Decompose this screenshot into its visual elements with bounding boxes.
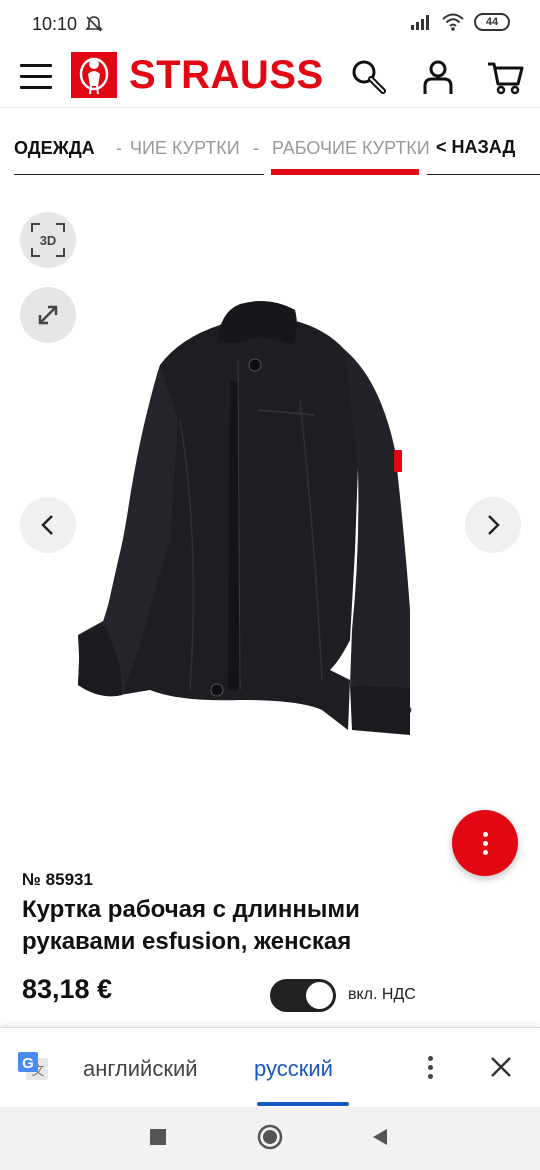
google-translate-icon[interactable]: 文 G [16,1050,50,1084]
status-bar: 10:10 44 [0,0,540,48]
account-icon[interactable] [419,58,457,96]
more-vertical-icon[interactable] [420,1052,440,1082]
breadcrumb-divider [427,174,540,175]
translate-bar: 文 G английский русский [0,1027,540,1107]
next-image-button[interactable] [465,497,521,553]
breadcrumb-separator: - [253,138,259,158]
expand-icon [38,305,58,325]
chevron-right-icon [488,515,500,535]
breadcrumb-separator: - [116,138,122,158]
back-icon[interactable] [370,1127,390,1147]
back-link[interactable]: < НАЗАД [436,137,515,158]
view-3d-label: 3D [40,233,57,248]
system-nav-bar [0,1107,540,1170]
source-language-tab[interactable]: английский [83,1056,198,1082]
product-title: Куртка рабочая с длинными рукавами esfus… [22,896,360,955]
breadcrumb-active-indicator [271,169,419,175]
toggle-knob [306,982,333,1009]
close-icon[interactable] [484,1050,518,1084]
signal-icon [411,15,429,30]
site-header: STRAUSS [0,48,540,108]
more-options-button[interactable] [452,810,518,876]
brand-name: STRAUSS [129,53,324,97]
dnd-off-icon [85,16,103,32]
breadcrumb-item-work-jackets[interactable]: РАБОЧИЕ КУРТКИ [272,138,430,159]
prev-image-button[interactable] [20,497,76,553]
frame-icon: 3D [31,223,65,257]
view-3d-button[interactable]: 3D [20,212,76,268]
breadcrumb-item-clothing[interactable]: ОДЕЖДА [14,138,95,159]
recents-icon[interactable] [148,1127,168,1147]
home-icon[interactable] [256,1123,284,1151]
more-vertical-icon [482,831,488,837]
vat-toggle[interactable] [270,979,336,1012]
breadcrumb-item-jackets[interactable]: ЧИЕ КУРТКИ [130,138,240,159]
status-icons: 44 [410,13,510,31]
brand-logo[interactable]: STRAUSS [71,52,324,98]
active-tab-indicator [257,1102,349,1106]
status-time: 10:10 [32,14,78,34]
breadcrumb-divider [14,174,264,175]
brand-emblem [71,52,117,98]
search-icon[interactable] [350,58,388,96]
product-price: 83,18 € [22,974,113,1004]
chevron-left-icon [41,515,53,535]
cart-icon[interactable] [486,58,524,96]
svg-text:G: G [22,1055,34,1072]
product-image[interactable] [60,290,430,750]
battery-icon: 44 [474,13,510,31]
article-number: № 85931 [22,870,93,889]
target-language-tab[interactable]: русский [254,1056,333,1082]
menu-icon[interactable] [20,64,52,90]
vat-label: вкл. НДС [348,986,416,1003]
wifi-icon [442,13,464,31]
